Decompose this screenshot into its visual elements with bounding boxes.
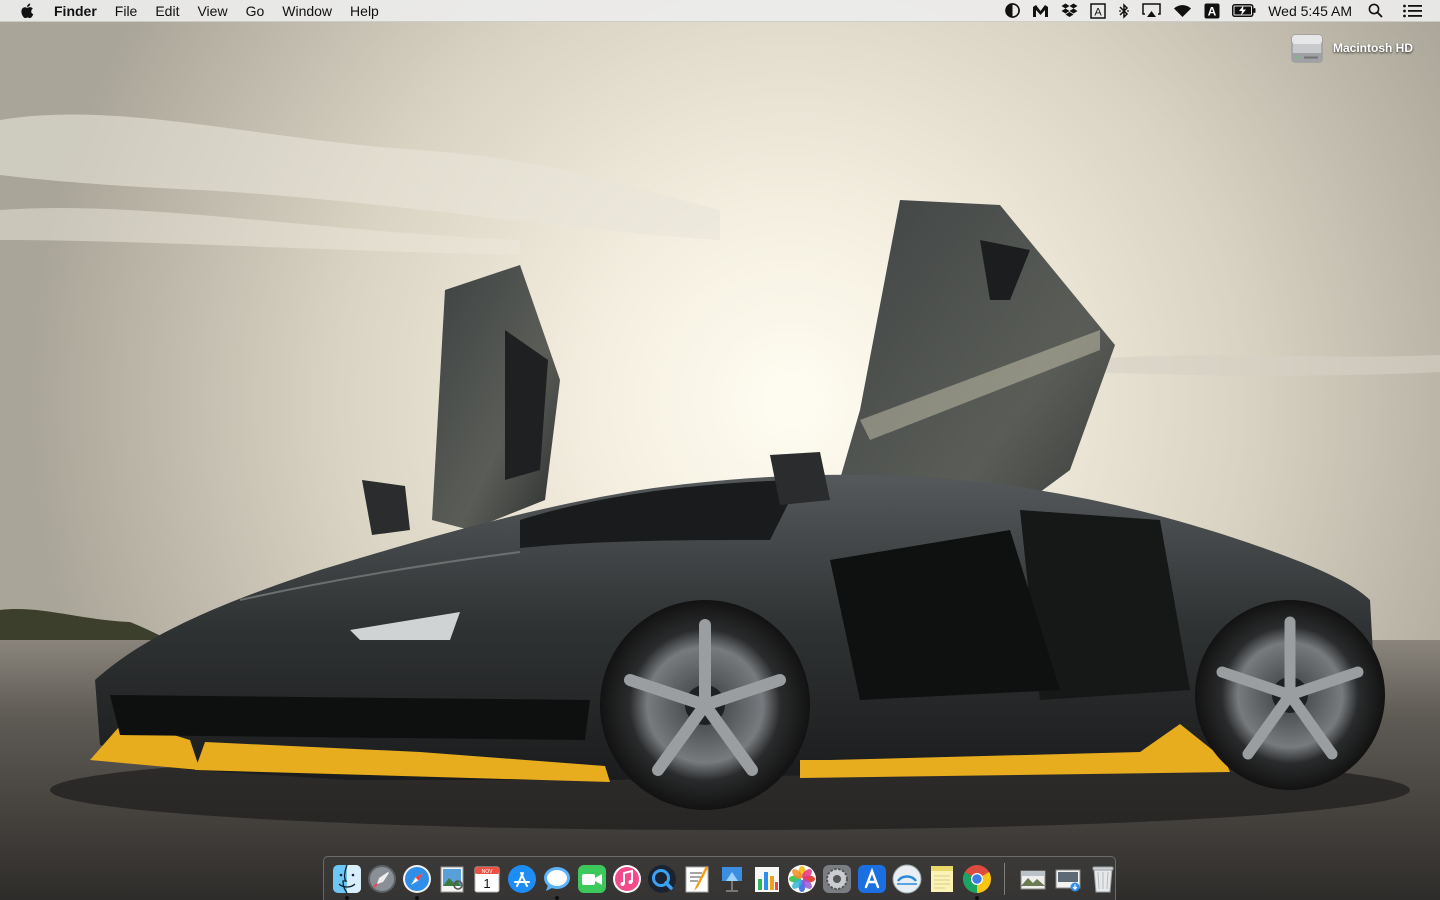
calendar-icon: NOV 1 [474, 866, 499, 892]
battery-charging-icon[interactable] [1232, 0, 1256, 22]
running-indicator [974, 895, 979, 900]
menu-clock[interactable]: Wed 5:45 AM [1268, 3, 1352, 19]
xcode-icon [857, 864, 886, 893]
dock-app-network-utility[interactable] [892, 864, 922, 894]
dock-stack-documents[interactable] [1018, 864, 1048, 894]
menu-window[interactable]: Window [273, 0, 341, 22]
dock-app-trash[interactable] [1088, 864, 1118, 894]
font-box-letter: A [1095, 6, 1103, 18]
safari-icon [402, 864, 431, 893]
menu-view[interactable]: View [188, 0, 236, 22]
numbers-icon [754, 866, 779, 892]
quicktime-icon [647, 864, 676, 893]
font-box-icon[interactable]: A [1090, 0, 1106, 22]
menu-file[interactable]: File [106, 0, 147, 22]
dock-app-facetime[interactable] [577, 864, 607, 894]
dock-app-finder[interactable] [332, 864, 362, 900]
contrast-icon[interactable] [1005, 0, 1021, 22]
menu-help[interactable]: Help [341, 0, 388, 22]
dock-app-photos[interactable] [787, 864, 817, 894]
airplay-icon[interactable] [1142, 0, 1161, 22]
menu-app-name[interactable]: Finder [54, 0, 106, 22]
app-store-icon [507, 864, 536, 893]
dock-app-notes[interactable] [927, 864, 957, 894]
facetime-icon [577, 864, 606, 893]
running-indicator [344, 895, 349, 900]
network-icon [892, 864, 921, 893]
menu-bar-left: Finder File Edit View Go Window Help [0, 0, 388, 22]
wifi-icon[interactable] [1173, 0, 1192, 22]
notes-icon [930, 865, 953, 892]
chrome-icon [962, 864, 991, 893]
menu-go[interactable]: Go [237, 0, 274, 22]
dock-app-numbers[interactable] [752, 864, 782, 894]
dock-app-launchpad[interactable] [367, 864, 397, 894]
wallpaper-image [0, 0, 1440, 900]
spotlight-icon[interactable] [1368, 0, 1383, 22]
menu-edit[interactable]: Edit [146, 0, 188, 22]
preview-icon [440, 866, 463, 892]
dock: NOV 1 [323, 856, 1116, 900]
itunes-icon [612, 864, 641, 893]
dock-app-calendar[interactable]: NOV 1 [472, 864, 502, 894]
menu-bar-right: A A Wed 5:45 AM [999, 0, 1440, 22]
dock-app-messages[interactable] [542, 864, 572, 900]
hard-drive-icon [1291, 34, 1323, 63]
keynote-icon [721, 866, 742, 892]
launchpad-icon [367, 864, 396, 893]
dock-app-system-preferences[interactable] [822, 864, 852, 894]
desktop-icon-macintosh-hd[interactable]: Macintosh HD [1290, 31, 1413, 65]
dropbox-icon[interactable] [1061, 0, 1078, 22]
running-indicator [414, 895, 419, 900]
dock-app-quicktime[interactable] [647, 864, 677, 894]
dock-app-keynote[interactable] [717, 864, 747, 894]
dock-app-app-store[interactable] [507, 864, 537, 894]
messages-icon [543, 866, 570, 891]
system-preferences-icon [822, 864, 851, 893]
dock-app-preview[interactable] [437, 864, 467, 894]
desktop-icon-label: Macintosh HD [1333, 41, 1414, 55]
calendar-day: 1 [483, 876, 490, 891]
pages-icon [685, 865, 708, 892]
photos-icon [787, 864, 816, 893]
finder-icon [332, 864, 361, 893]
m-app-icon[interactable] [1032, 0, 1049, 22]
notification-center-icon[interactable] [1403, 0, 1422, 22]
dock-app-itunes[interactable] [612, 864, 642, 894]
dock-app-xcode[interactable] [857, 864, 887, 894]
apple-icon[interactable] [19, 2, 35, 19]
input-source-icon[interactable]: A [1204, 0, 1220, 22]
dock-app-safari[interactable] [402, 864, 432, 900]
dock-app-chrome[interactable] [962, 864, 992, 900]
dock-stack-downloads[interactable] [1053, 864, 1083, 894]
trash-icon [1092, 866, 1113, 892]
dock-app-pages[interactable] [682, 864, 712, 894]
documents-stack-icon [1020, 870, 1045, 889]
menu-bar: Finder File Edit View Go Window Help A A [0, 0, 1440, 22]
bluetooth-icon[interactable] [1118, 0, 1130, 22]
downloads-stack-icon [1055, 869, 1080, 891]
input-source-letter: A [1208, 4, 1217, 18]
running-indicator [554, 895, 559, 900]
dock-separator [1004, 862, 1005, 895]
desktop-wallpaper [0, 0, 1440, 900]
calendar-month: NOV [481, 869, 493, 875]
